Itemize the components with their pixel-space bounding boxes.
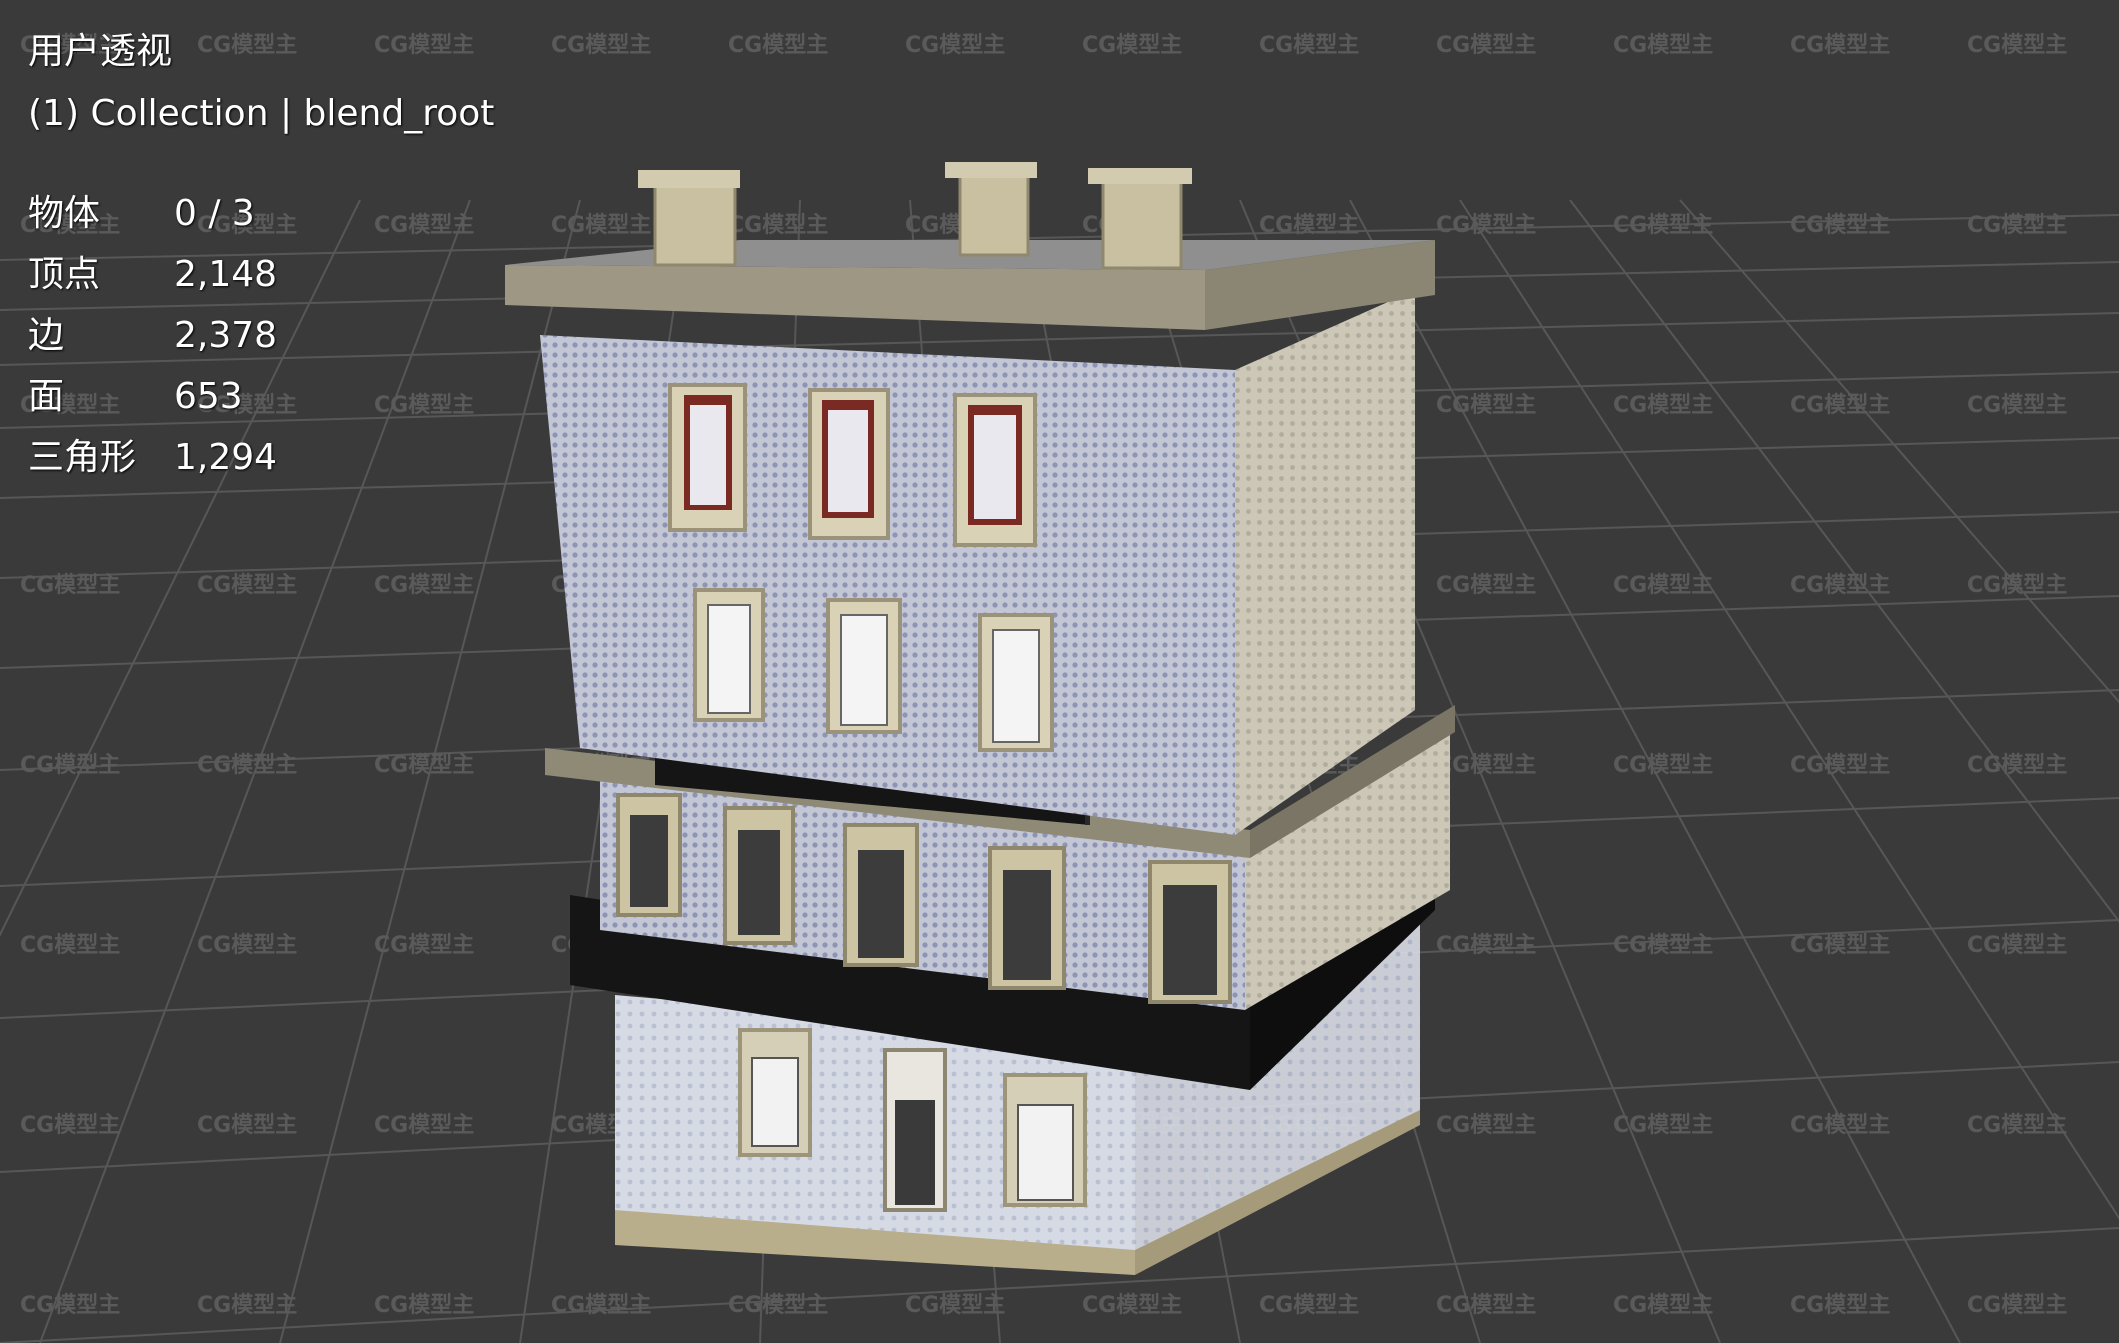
stat-label: 顶点 — [28, 254, 101, 295]
stat-label: 物体 — [28, 193, 101, 234]
watermark-text: CG模型主 — [1790, 573, 1890, 598]
stat-value: 1,294 — [174, 437, 278, 478]
watermark-text: CG模型主 — [197, 1293, 297, 1318]
watermark-text: CG模型主 — [1259, 213, 1359, 238]
collection-label: (1) Collection | blend_root — [28, 93, 495, 134]
watermark-text: CG模型主 — [197, 753, 297, 778]
watermark-text: CG模型主 — [20, 1113, 120, 1138]
watermark-text: CG模型主 — [551, 213, 651, 238]
stat-value: 2,378 — [174, 315, 278, 356]
grille-left — [751, 1057, 799, 1147]
watermark-text: CG模型主 — [551, 33, 651, 58]
stat-objects: 物体 0 / 3 — [28, 192, 255, 236]
3d-viewport[interactable]: CG模型主 CG模型主 CG模型主 CG模型主 CG模型主 CG模型主 CG模型主 CG模型主… — [0, 0, 2119, 1343]
watermark-text: CG模型主 — [728, 213, 828, 238]
watermark-text: CG模型主 — [197, 573, 297, 598]
grille-right — [1017, 1104, 1074, 1201]
watermark-text: CG模型主 — [1790, 933, 1890, 958]
watermark-text: CG模型主 — [551, 1293, 651, 1318]
watermark-text: CG模型主 — [1790, 393, 1890, 418]
watermark-text: CG模型主 — [20, 753, 120, 778]
watermark-text: CG模型主 — [197, 933, 297, 958]
watermark-text: CG模型主 — [374, 213, 474, 238]
watermark-text: CG模型主 — [1613, 933, 1713, 958]
watermark-text: CG模型主 — [1259, 1293, 1359, 1318]
watermark-text: CG模型主 — [1613, 393, 1713, 418]
watermark-text: CG模型主 — [1790, 753, 1890, 778]
stat-value: 653 — [174, 376, 243, 417]
stat-triangles: 三角形 1,294 — [28, 436, 277, 480]
stat-value: 0 / 3 — [174, 193, 255, 234]
watermark-text: CG模型主 — [1790, 1293, 1890, 1318]
watermark-text: CG模型主 — [1967, 1113, 2067, 1138]
watermark-text: CG模型主 — [1436, 33, 1536, 58]
watermark-text: CG模型主 — [374, 393, 474, 418]
watermark-text: CG模型主 — [1967, 213, 2067, 238]
watermark-text: CG模型主 — [1967, 573, 2067, 598]
watermark-text: CG模型主 — [1436, 573, 1536, 598]
watermark-text: CG模型主 — [1082, 33, 1182, 58]
stat-label: 面 — [28, 376, 65, 417]
stat-edges: 边 2,378 — [28, 314, 277, 358]
stat-vertices: 顶点 2,148 — [28, 253, 277, 297]
watermark-text: CG模型主 — [905, 33, 1005, 58]
watermark-text: CG模型主 — [1790, 33, 1890, 58]
watermark-text: CG模型主 — [1790, 213, 1890, 238]
watermark-text: CG模型主 — [1613, 213, 1713, 238]
watermark-text: CG模型主 — [905, 1293, 1005, 1318]
watermark-text: CG模型主 — [374, 933, 474, 958]
watermark-text: CG模型主 — [1967, 33, 2067, 58]
stat-value: 2,148 — [174, 254, 278, 295]
watermark-text: CG模型主 — [1613, 1113, 1713, 1138]
view-name: 用户透视 — [28, 31, 173, 72]
watermark-text: CG模型主 — [1436, 1293, 1536, 1318]
watermark-text: CG模型主 — [20, 573, 120, 598]
watermark-text: CG模型主 — [374, 1113, 474, 1138]
watermark-text: CG模型主 — [1967, 753, 2067, 778]
watermark-text: CG模型主 — [20, 933, 120, 958]
floor-4-windows — [668, 383, 1037, 547]
watermark-text: CG模型主 — [1613, 33, 1713, 58]
watermark-text: CG模型主 — [1967, 1293, 2067, 1318]
watermark-text: CG模型主 — [1436, 753, 1536, 778]
watermark-text: CG模型主 — [728, 33, 828, 58]
watermark-text: CG模型主 — [374, 33, 474, 58]
roof-cornice-front — [505, 265, 1205, 330]
watermark-text: CG模型主 — [1436, 393, 1536, 418]
watermark-text: CG模型主 — [1259, 33, 1359, 58]
watermark-text: CG模型主 — [20, 1293, 120, 1318]
stat-faces: 面 653 — [28, 375, 243, 419]
watermark-text: CG模型主 — [1613, 1293, 1713, 1318]
watermark-text: CG模型主 — [728, 1293, 828, 1318]
watermark-text: CG模型主 — [1436, 213, 1536, 238]
watermark-text: CG模型主 — [374, 753, 474, 778]
watermark-text: CG模型主 — [374, 573, 474, 598]
watermark-text: CG模型主 — [374, 1293, 474, 1318]
stat-label: 边 — [28, 315, 65, 356]
stat-label: 三角形 — [28, 437, 137, 478]
watermark-text: CG模型主 — [1613, 753, 1713, 778]
watermark-text: CG模型主 — [1436, 933, 1536, 958]
watermark-text: CG模型主 — [1082, 1293, 1182, 1318]
watermark-text: CG模型主 — [197, 33, 297, 58]
building-model[interactable] — [505, 162, 1455, 1275]
door-glass — [895, 1100, 935, 1205]
watermark-text: CG模型主 — [1790, 1113, 1890, 1138]
watermark-text: CG模型主 — [1967, 393, 2067, 418]
watermark-text: CG模型主 — [1613, 573, 1713, 598]
watermark-text: CG模型主 — [1967, 933, 2067, 958]
watermark-text: CG模型主 — [1436, 1113, 1536, 1138]
watermark-text: CG模型主 — [197, 1113, 297, 1138]
